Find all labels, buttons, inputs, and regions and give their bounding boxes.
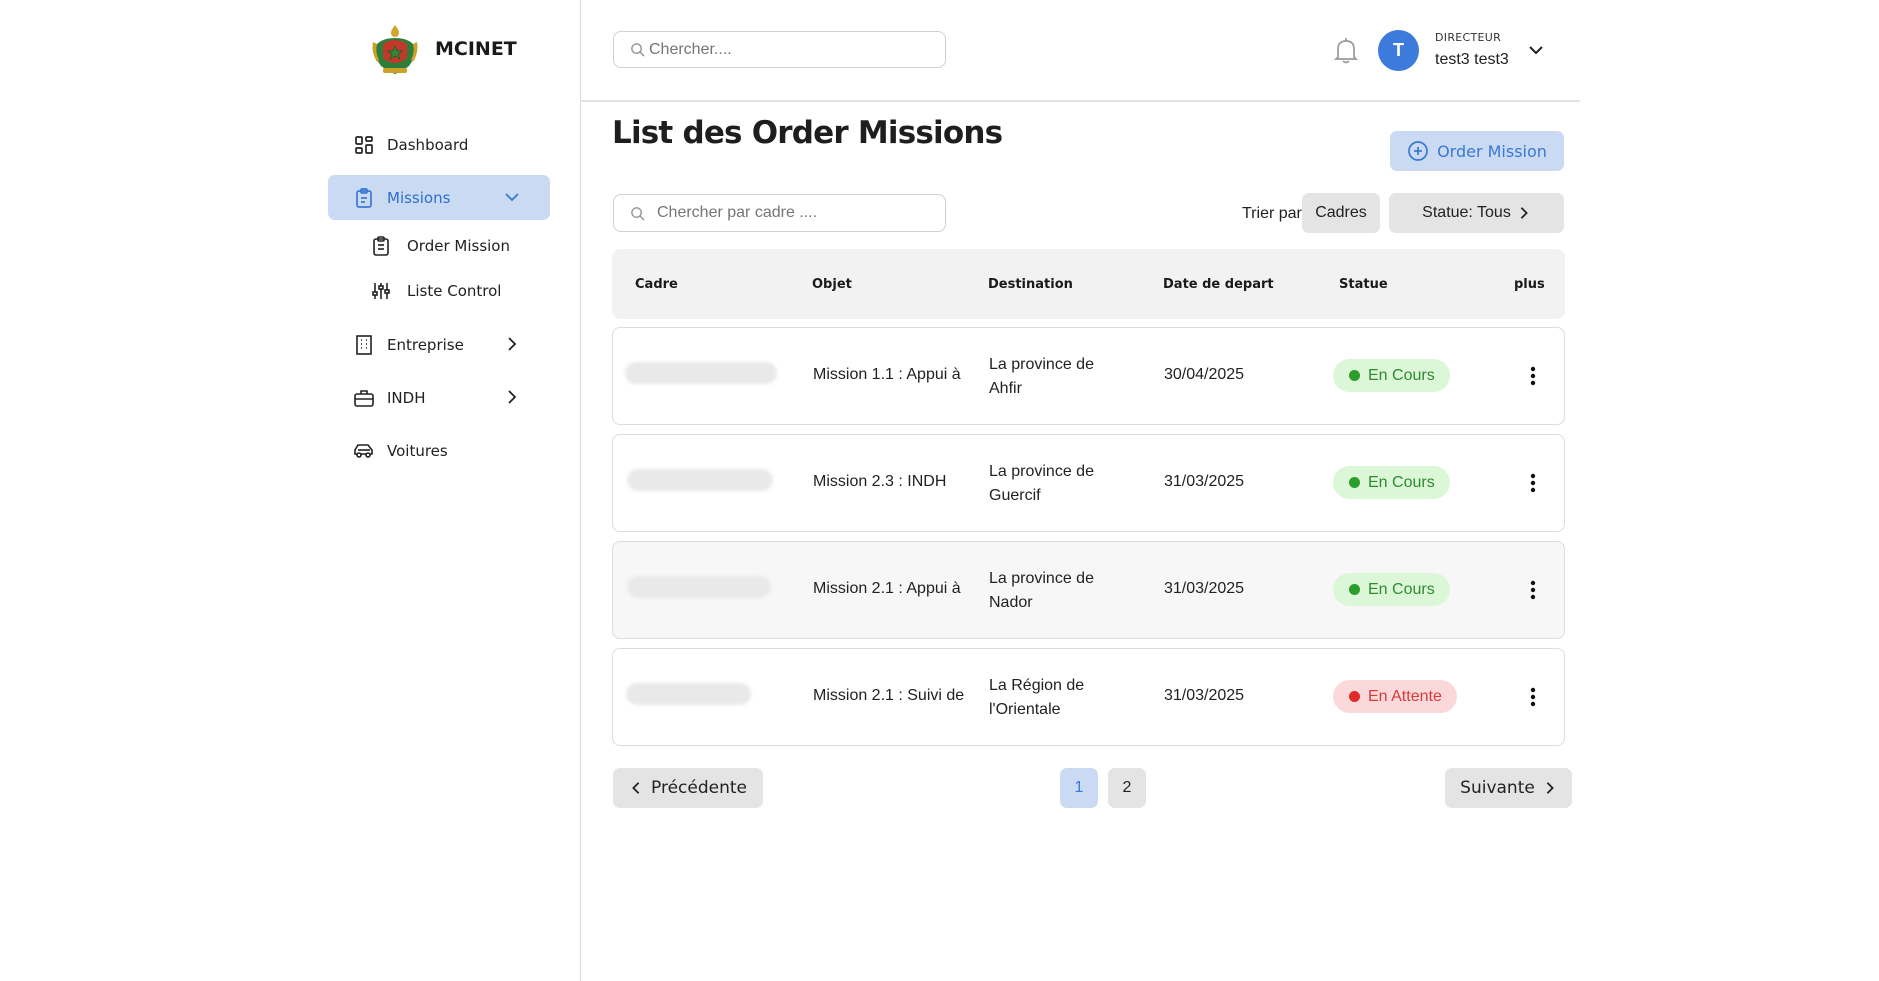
clipboard-icon (353, 187, 375, 209)
global-search-input[interactable] (647, 39, 911, 60)
sidebar-item-missions[interactable]: Missions (328, 175, 550, 220)
sidebar-item-label: INDH (387, 388, 426, 407)
cell-destination: La province de Nador (989, 570, 1094, 611)
column-header-plus: plus (1514, 277, 1545, 292)
add-order-mission-button[interactable]: Order Mission (1390, 131, 1564, 171)
cell-objet: Mission 2.3 : INDH (813, 473, 947, 490)
table-row[interactable]: Mission 2.1 : Suivi de l La Région de l'… (612, 648, 1565, 746)
column-header-destination: Destination (988, 277, 1073, 292)
table-header: Cadre Objet Destination Date de depart S… (612, 249, 1565, 319)
status-badge: En Cours (1333, 573, 1450, 606)
sidebar-subitem-liste-control[interactable]: Liste Control (370, 276, 501, 306)
briefcase-icon (353, 387, 375, 409)
sidebar-subitem-order-mission[interactable]: Order Mission (370, 231, 510, 261)
building-icon (353, 334, 375, 356)
cadre-placeholder (627, 576, 771, 598)
user-name: test3 test3 (1435, 51, 1509, 68)
sort-cadres-label: Cadres (1315, 204, 1367, 221)
chevron-right-icon (504, 389, 520, 409)
clipboard-list-icon (370, 235, 392, 257)
cell-objet: Mission 1.1 : Appui à l (813, 366, 965, 383)
status-badge: En Attente (1333, 680, 1457, 713)
chevron-down-icon[interactable] (1528, 42, 1544, 63)
global-search[interactable] (613, 31, 946, 68)
cadre-search[interactable] (613, 194, 946, 232)
add-order-mission-label: Order Mission (1437, 141, 1547, 161)
sidebar-subitem-label: Liste Control (407, 282, 502, 300)
sidebar-item-label: Voitures (387, 441, 448, 460)
cadre-placeholder (627, 469, 773, 491)
sidebar-item-indh[interactable]: INDH (328, 375, 550, 420)
column-header-date: Date de depart (1163, 277, 1274, 292)
status-badge: En Cours (1333, 466, 1450, 499)
cadre-search-input[interactable] (655, 203, 919, 223)
sidebar-item-label: Missions (387, 188, 451, 207)
sort-cadres-button[interactable]: Cadres (1302, 193, 1380, 233)
brand[interactable]: MCINET (369, 22, 517, 76)
column-header-objet: Objet (812, 277, 852, 292)
cell-date: 31/03/2025 (1164, 687, 1245, 704)
previous-page-label: Précédente (651, 778, 747, 798)
sidebar-item-label: Entreprise (387, 335, 464, 354)
sliders-icon (370, 280, 392, 302)
cell-date: 31/03/2025 (1164, 580, 1245, 597)
sidebar-item-label: Dashboard (387, 135, 469, 154)
sort-statue-label: Statue: Tous (1422, 204, 1511, 221)
bell-icon[interactable] (1333, 36, 1359, 71)
more-vertical-icon[interactable] (1523, 364, 1543, 388)
cell-destination: La Région de l'Orientale (989, 677, 1085, 718)
more-vertical-icon[interactable] (1523, 685, 1543, 709)
brand-name: MCINET (435, 38, 517, 60)
page-number-2[interactable]: 2 (1108, 768, 1146, 808)
sort-statue-button[interactable]: Statue: Tous (1389, 193, 1564, 233)
table-row[interactable]: Mission 2.3 : INDH La province de Guerci… (612, 434, 1565, 532)
search-icon (631, 206, 645, 221)
sort-label: Trier par: (1242, 205, 1307, 222)
cell-date: 31/03/2025 (1164, 473, 1245, 490)
sidebar-item-dashboard[interactable]: Dashboard (328, 122, 550, 167)
user-role: DIRECTEUR (1435, 31, 1502, 44)
search-icon (631, 43, 645, 57)
page-title: List des Order Missions (612, 115, 1003, 151)
cell-destination: La province de Guercif (989, 463, 1094, 504)
cadre-placeholder (626, 683, 751, 705)
table-row[interactable]: Mission 1.1 : Appui à l La province de A… (612, 327, 1565, 425)
sidebar-item-voitures[interactable]: Voitures (328, 428, 550, 473)
chevron-right-icon (1546, 782, 1554, 794)
chevron-right-icon (1520, 207, 1528, 219)
more-vertical-icon[interactable] (1523, 578, 1543, 602)
more-vertical-icon[interactable] (1523, 471, 1543, 495)
avatar[interactable]: T (1378, 30, 1419, 71)
dashboard-icon (353, 134, 375, 156)
emblem-logo (372, 25, 418, 74)
cell-date: 30/04/2025 (1164, 366, 1245, 383)
sidebar-subitem-label: Order Mission (407, 237, 510, 255)
chevron-down-icon (504, 189, 520, 209)
status-badge: En Cours (1333, 359, 1450, 392)
cadre-placeholder (625, 362, 777, 384)
previous-page-button[interactable]: Précédente (613, 768, 763, 808)
chevron-right-icon (504, 336, 520, 356)
sidebar-item-entreprise[interactable]: Entreprise (328, 322, 550, 367)
sidebar: MCINET Dashboard Missions Order Mission … (0, 0, 581, 981)
plus-square-icon (1408, 141, 1428, 161)
cell-destination: La province de Ahfir (989, 356, 1094, 397)
column-header-cadre: Cadre (635, 277, 678, 292)
page-number-1[interactable]: 1 (1060, 768, 1098, 808)
car-icon (353, 440, 375, 462)
cell-objet: Mission 2.1 : Appui à l (813, 580, 965, 597)
cell-objet: Mission 2.1 : Suivi de l (813, 687, 965, 704)
table-row[interactable]: Mission 2.1 : Appui à l La province de N… (612, 541, 1565, 639)
column-header-statue: Statue (1339, 277, 1388, 292)
next-page-button[interactable]: Suivante (1445, 768, 1572, 808)
chevron-left-icon (632, 782, 640, 794)
next-page-label: Suivante (1460, 778, 1535, 798)
